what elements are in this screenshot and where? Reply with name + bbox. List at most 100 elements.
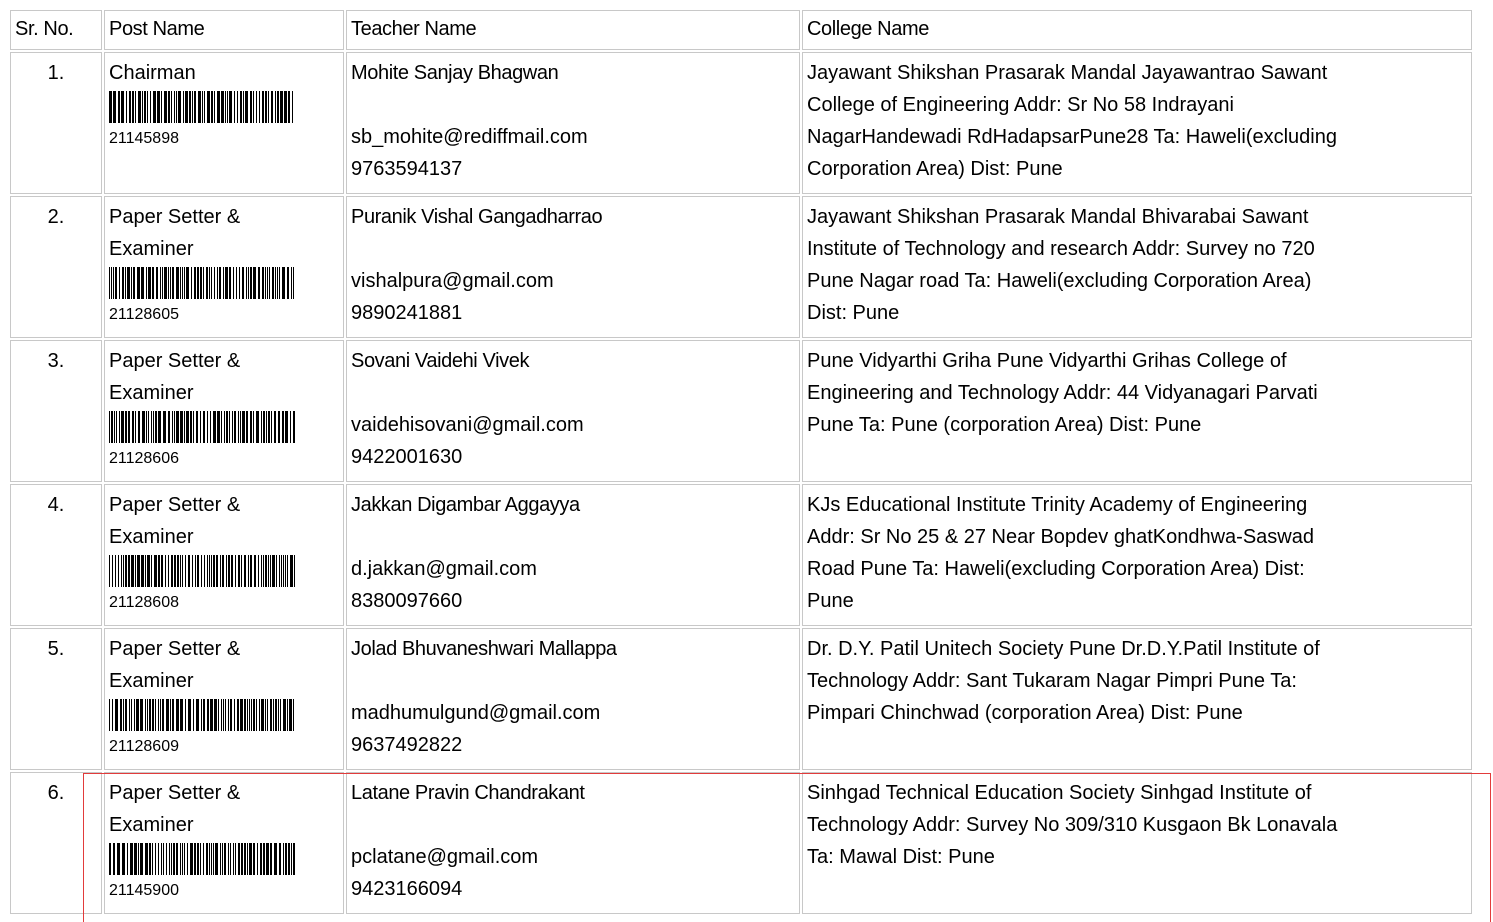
barcode-image [109, 555, 295, 587]
cell-teacher-name: Jakkan Digambar Aggayya d.jakkan@gmail.co… [346, 484, 800, 626]
college-name-line: Pune Nagar road Ta: Haweli(excluding Cor… [807, 270, 1312, 292]
college-name-line: Road Pune Ta: Haweli(excluding Corporati… [807, 558, 1305, 580]
table-row: 6. Paper Setter & Examiner 21145900 Latane P… [10, 772, 1472, 914]
cell-post-name: Paper Setter & Examiner 21145900 [104, 772, 344, 914]
sr-no-text: 1. [47, 62, 65, 84]
sr-no-text: 5. [47, 638, 65, 660]
college-name-line: Engineering and Technology Addr: 44 Vidy… [807, 382, 1318, 404]
barcode-number: 21128608 [109, 594, 179, 611]
college-name-line: Institute of Technology and research Add… [807, 238, 1315, 260]
cell-post-name: Paper Setter & Examiner 21128609 [104, 628, 344, 770]
cell-teacher-name: Jolad Bhuvaneshwari Mallappa madhumulgund… [346, 628, 800, 770]
post-name-text: Paper Setter & [109, 350, 241, 372]
examiner-table: Sr. No. Post Name Teacher Name College N… [8, 8, 1474, 916]
teacher-name-text: Puranik Vishal Gangadharrao [351, 206, 603, 228]
cell-college-name: Sinhgad Technical Education Society Sinh… [802, 772, 1472, 914]
cell-sr-no: 1. [10, 52, 102, 194]
cell-post-name: Paper Setter & Examiner 21128606 [104, 340, 344, 482]
college-name-line: Pune [807, 590, 854, 612]
barcode-number: 21145898 [109, 130, 179, 147]
post-name-text: Paper Setter & [109, 782, 241, 804]
table-row: 1. Chairman 21145898 Mohite Sanjay Bhagwan s… [10, 52, 1472, 194]
college-name-line: Addr: Sr No 25 & 27 Near Bopdev ghatKond… [807, 526, 1314, 548]
teacher-email: pclatane@gmail.com [351, 846, 539, 868]
cell-sr-no: 2. [10, 196, 102, 338]
table-row: 3. Paper Setter & Examiner 21128606 Sovani V… [10, 340, 1472, 482]
cell-teacher-name: Mohite Sanjay Bhagwan sb_mohite@rediffmai… [346, 52, 800, 194]
teacher-phone: 8380097660 [351, 590, 463, 612]
cell-teacher-name: Puranik Vishal Gangadharrao vishalpura@gm… [346, 196, 800, 338]
barcode-image [109, 411, 295, 443]
barcode-image [109, 91, 293, 123]
teacher-name-text: Mohite Sanjay Bhagwan [351, 62, 559, 84]
college-name-line: College of Engineering Addr: Sr No 58 In… [807, 94, 1234, 116]
header-college-name: College Name [802, 10, 1472, 50]
teacher-email: d.jakkan@gmail.com [351, 558, 537, 580]
table-row: 5. Paper Setter & Examiner 21128609 Jolad Bh… [10, 628, 1472, 770]
barcode-number: 21128609 [109, 738, 179, 755]
sr-no-text: 3. [47, 350, 65, 372]
barcode-number: 21145900 [109, 882, 179, 899]
table-row: 4. Paper Setter & Examiner 21128608 Jakkan D… [10, 484, 1472, 626]
cell-post-name: Paper Setter & Examiner 21128608 [104, 484, 344, 626]
college-name-line: Pune Ta: Pune (corporation Area) Dist: P… [807, 414, 1202, 436]
page: Sr. No. Post Name Teacher Name College N… [0, 0, 1493, 922]
cell-teacher-name: Latane Pravin Chandrakant pclatane@gmail.… [346, 772, 800, 914]
college-name-line: NagarHandewadi RdHadapsarPune28 Ta: Hawe… [807, 126, 1337, 148]
college-name-line: Pimpari Chinchwad (corporation Area) Dis… [807, 702, 1243, 724]
teacher-name-text: Jakkan Digambar Aggayya [351, 494, 580, 516]
teacher-email: madhumulgund@gmail.com [351, 702, 601, 724]
college-name-line: Technology Addr: Survey No 309/310 Kusga… [807, 814, 1338, 836]
college-name-line: Technology Addr: Sant Tukaram Nagar Pimp… [807, 670, 1297, 692]
header-sr-no: Sr. No. [10, 10, 102, 50]
teacher-phone: 9422001630 [351, 446, 463, 468]
post-name-text: Paper Setter & [109, 494, 241, 516]
college-name-line: Jayawant Shikshan Prasarak Mandal Jayawa… [807, 62, 1328, 84]
college-name-line: Pune Vidyarthi Griha Pune Vidyarthi Grih… [807, 350, 1287, 372]
teacher-name-text: Sovani Vaidehi Vivek [351, 350, 530, 372]
post-name-text: Examiner [109, 670, 194, 692]
college-name-line: Dist: Pune [807, 302, 900, 324]
teacher-email: sb_mohite@rediffmail.com [351, 126, 588, 148]
cell-sr-no: 5. [10, 628, 102, 770]
barcode-number: 21128606 [109, 450, 179, 467]
header-post-name: Post Name [104, 10, 344, 50]
cell-college-name: Dr. D.Y. Patil Unitech Society Pune Dr.D… [802, 628, 1472, 770]
post-name-text: Paper Setter & [109, 638, 241, 660]
post-name-text: Examiner [109, 238, 194, 260]
teacher-name-text: Jolad Bhuvaneshwari Mallappa [351, 638, 617, 660]
sr-no-text: 4. [47, 494, 65, 516]
college-name-line: Ta: Mawal Dist: Pune [807, 846, 995, 868]
teacher-email: vishalpura@gmail.com [351, 270, 554, 292]
post-name-text: Examiner [109, 814, 194, 836]
teacher-email: vaidehisovani@gmail.com [351, 414, 584, 436]
teacher-phone: 9423166094 [351, 878, 463, 900]
post-name-text: Examiner [109, 382, 194, 404]
cell-college-name: KJs Educational Institute Trinity Academ… [802, 484, 1472, 626]
sr-no-text: 2. [47, 206, 65, 228]
barcode-image [109, 699, 294, 731]
teacher-phone: 9763594137 [351, 158, 463, 180]
cell-post-name: Chairman 21145898 [104, 52, 344, 194]
post-name-text: Chairman [109, 62, 196, 84]
cell-teacher-name: Sovani Vaidehi Vivek vaidehisovani@gmail.… [346, 340, 800, 482]
college-name-line: KJs Educational Institute Trinity Academ… [807, 494, 1308, 516]
header-teacher-name: Teacher Name [346, 10, 800, 50]
post-name-text: Paper Setter & [109, 206, 241, 228]
sr-no-text: 6. [47, 782, 65, 804]
post-name-text: Examiner [109, 526, 194, 548]
teacher-phone: 9890241881 [351, 302, 463, 324]
college-name-line: Jayawant Shikshan Prasarak Mandal Bhivar… [807, 206, 1309, 228]
cell-college-name: Jayawant Shikshan Prasarak Mandal Jayawa… [802, 52, 1472, 194]
barcode-image [109, 267, 294, 299]
barcode-number: 21128605 [109, 306, 179, 323]
table-header-row: Sr. No. Post Name Teacher Name College N… [10, 10, 1472, 50]
college-name-line: Corporation Area) Dist: Pune [807, 158, 1063, 180]
cell-sr-no: 4. [10, 484, 102, 626]
table-row: 2. Paper Setter & Examiner 21128605 Puranik … [10, 196, 1472, 338]
